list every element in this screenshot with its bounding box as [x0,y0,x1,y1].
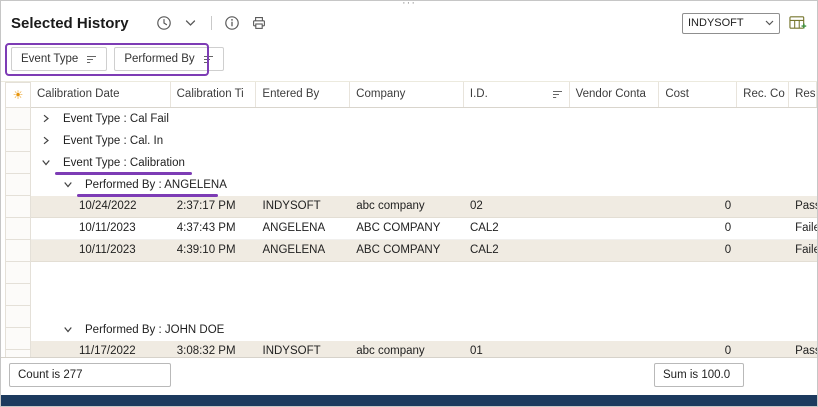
grid-corner-cell[interactable]: ☀ [5,82,31,108]
cell-id: 02 [464,196,570,217]
cell-calibration-date: 10/11/2023 [31,240,171,261]
cell-calibration-date: 10/24/2022 [31,196,171,217]
cell-rec-cost [737,218,789,239]
cell-vendor-contact [570,196,660,217]
group-row-angelena[interactable]: Performed By : ANGELENA [31,174,817,196]
cell-rec-cost [737,341,789,357]
cell-rec-cost [737,240,789,261]
cell-rec-cost [737,196,789,217]
cell-company: ABC COMPANY [350,218,464,239]
column-header-entered-by[interactable]: Entered By [256,82,350,107]
cell-vendor-contact [570,240,660,261]
sort-ascending-icon [552,90,563,99]
group-chip-label: Performed By [124,53,194,65]
group-chip-performed-by[interactable]: Performed By [114,47,223,71]
group-row-cal-fail[interactable]: Event Type : Cal Fail [31,108,817,130]
cell-calibration-time: 3:08:32 PM [171,341,257,357]
group-row-label: Event Type : Cal Fail [63,113,169,125]
column-header-company[interactable]: Company [350,82,464,107]
group-row-cal-in[interactable]: Event Type : Cal. In [31,130,817,152]
sort-icon [86,55,97,64]
sun-icon: ☀ [13,88,24,102]
cell-company: abc company [350,196,464,217]
group-row-john-doe[interactable]: Performed By : JOHN DOE [31,319,817,341]
sum-summary: Sum is 100.0 [654,363,744,387]
column-header-rec-cost[interactable]: Rec. Co [737,82,789,107]
chevron-down-icon[interactable] [182,14,200,32]
info-icon[interactable] [223,14,241,32]
table-row[interactable]: 10/11/2023 4:39:10 PM ANGELENA ABC COMPA… [31,240,817,262]
table-row[interactable]: 11/17/2022 3:08:32 PM INDYSOFT abc compa… [31,341,817,357]
group-row-label: Performed By : ANGELENA [85,179,227,191]
cell-cost: 0 [659,240,737,261]
collapse-arrow-icon[interactable] [61,325,75,334]
cell-id: CAL2 [464,218,570,239]
table-row[interactable]: 10/11/2023 4:37:43 PM ANGELENA ABC COMPA… [31,218,817,240]
print-icon[interactable] [250,14,268,32]
cell-id: 01 [464,341,570,357]
cell-entered-by: ANGELENA [257,218,351,239]
cell-id: CAL2 [464,240,570,261]
table-row[interactable]: 10/24/2022 2:37:17 PM INDYSOFT abc compa… [31,196,817,218]
expand-arrow-icon[interactable] [39,114,53,123]
cell-calibration-time: 4:39:10 PM [171,240,257,261]
cell-calibration-date: 10/11/2023 [31,218,171,239]
chevron-down-icon [765,20,774,26]
group-spacer [31,262,817,319]
collapse-arrow-icon[interactable] [61,180,75,189]
cell-entered-by: ANGELENA [257,240,351,261]
column-header-id[interactable]: I.D. [464,82,570,107]
cell-entered-by: INDYSOFT [257,196,351,217]
cell-vendor-contact [570,341,660,357]
row-indicator-column: ☀ [1,82,31,357]
history-grid: ☀ Calibration Date Calibration Ti Entere… [1,81,817,357]
company-combobox[interactable]: INDYSOFT [682,13,780,34]
cell-cost: 0 [659,218,737,239]
sum-summary-label: Sum is 100.0 [663,369,730,381]
cell-calibration-date: 11/17/2022 [31,341,171,357]
group-row-label: Event Type : Cal. In [63,135,163,147]
cell-company: ABC COMPANY [350,240,464,261]
summary-footer: Count is 277 Sum is 100.0 [1,357,817,393]
cell-vendor-contact [570,218,660,239]
combobox-value: INDYSOFT [688,17,744,29]
grid-body: Event Type : Cal Fail Event Type : Cal. … [31,108,817,357]
group-by-bar: Event Type Performed By [1,41,817,81]
count-summary: Count is 277 [9,363,171,387]
group-chip-label: Event Type [21,53,78,65]
cell-cost: 0 [659,196,737,217]
page-title: Selected History [11,15,129,32]
column-header-label: I.D. [470,88,488,100]
grid-header-row: Calibration Date Calibration Ti Entered … [31,82,817,108]
bottom-window-strip [1,395,817,406]
group-chip-event-type[interactable]: Event Type [11,47,107,71]
drag-handle-dots[interactable]: ··· [402,0,416,9]
row-indicator-cells[interactable] [5,108,31,358]
cell-result: Pass [789,341,817,357]
expand-arrow-icon[interactable] [39,136,53,145]
cell-result: Failed [789,218,817,239]
collapse-arrow-icon[interactable] [39,158,53,167]
toolbar-divider [211,16,212,30]
column-header-calibration-date[interactable]: Calibration Date [31,82,171,107]
group-row-label: Performed By : JOHN DOE [85,324,224,336]
cell-cost: 0 [659,341,737,357]
history-clock-icon[interactable] [155,14,173,32]
column-header-cost[interactable]: Cost [659,82,737,107]
cell-entered-by: INDYSOFT [257,341,351,357]
cell-calibration-time: 2:37:17 PM [171,196,257,217]
column-header-calibration-time[interactable]: Calibration Ti [171,82,257,107]
count-summary-label: Count is 277 [18,369,83,381]
group-row-calibration[interactable]: Event Type : Calibration [31,152,817,174]
group-row-label: Event Type : Calibration [63,157,185,169]
selected-history-window: ··· Selected History INDYSOFT [0,0,818,407]
grid-columns-icon[interactable] [789,14,807,32]
cell-company: abc company [350,341,464,357]
sort-icon [203,55,214,64]
cell-calibration-time: 4:37:43 PM [171,218,257,239]
cell-result: Failed [789,240,817,261]
cell-result: Pass [789,196,817,217]
column-header-vendor-contact[interactable]: Vendor Conta [570,82,660,107]
column-header-result[interactable]: Res [789,82,817,107]
